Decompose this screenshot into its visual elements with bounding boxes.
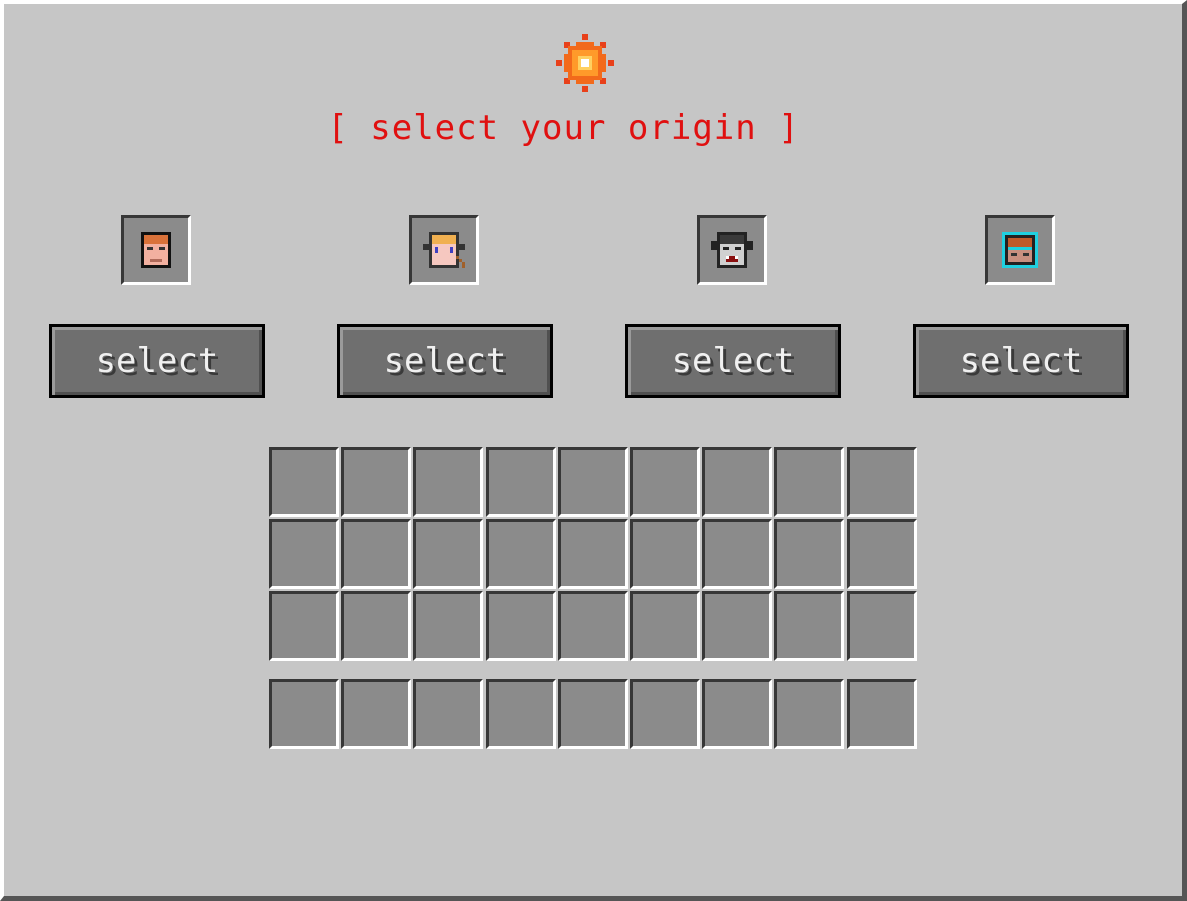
inventory-slot[interactable] [413, 447, 483, 517]
vampire-face-icon [711, 232, 753, 268]
select-button-label: select [959, 341, 1083, 381]
select-button-label: select [95, 341, 219, 381]
hotbar-slot[interactable] [702, 679, 772, 749]
inventory-slot[interactable] [847, 447, 917, 517]
hotbar-slot[interactable] [774, 679, 844, 749]
origin-portrait-diver [985, 215, 1055, 285]
inventory-slot[interactable] [269, 519, 339, 589]
inventory-slot[interactable] [702, 591, 772, 661]
inventory-slot[interactable] [702, 519, 772, 589]
inventory-slot[interactable] [486, 447, 556, 517]
human-face-icon [141, 232, 171, 268]
hotbar-slot[interactable] [558, 679, 628, 749]
inventory-slot[interactable] [486, 591, 556, 661]
inventory-slot[interactable] [341, 519, 411, 589]
inventory-slot[interactable] [486, 519, 556, 589]
page-title: [ select your origin ] [327, 108, 800, 148]
inventory-slot[interactable] [774, 519, 844, 589]
diver-face-icon [1002, 232, 1038, 268]
inventory-slot[interactable] [847, 591, 917, 661]
inventory-slot[interactable] [702, 447, 772, 517]
inventory-slot[interactable] [558, 591, 628, 661]
select-button-label: select [671, 341, 795, 381]
inventory-slot[interactable] [774, 447, 844, 517]
inventory-slot[interactable] [341, 591, 411, 661]
inventory-slot[interactable] [630, 591, 700, 661]
inventory-slot[interactable] [269, 447, 339, 517]
origin-portrait-human [121, 215, 191, 285]
inventory-slot[interactable] [630, 447, 700, 517]
hotbar-slot[interactable] [341, 679, 411, 749]
select-button-elf[interactable]: select [337, 324, 553, 398]
inventory-slot[interactable] [413, 591, 483, 661]
select-button-label: select [383, 341, 507, 381]
inventory-slot[interactable] [847, 519, 917, 589]
inventory-slot[interactable] [558, 519, 628, 589]
select-button-diver[interactable]: select [913, 324, 1129, 398]
hotbar-slot[interactable] [630, 679, 700, 749]
inventory-slot[interactable] [558, 447, 628, 517]
inventory-slot[interactable] [413, 519, 483, 589]
select-button-human[interactable]: select [49, 324, 265, 398]
sun-orb-icon [556, 34, 614, 92]
hotbar-slot[interactable] [269, 679, 339, 749]
origin-portrait-vampire [697, 215, 767, 285]
origin-portrait-elf [409, 215, 479, 285]
inventory-slot[interactable] [341, 447, 411, 517]
inventory-slot[interactable] [774, 591, 844, 661]
inventory-slot[interactable] [269, 591, 339, 661]
inventory-slot[interactable] [630, 519, 700, 589]
select-button-vampire[interactable]: select [625, 324, 841, 398]
hotbar-slot[interactable] [413, 679, 483, 749]
hotbar-slot[interactable] [486, 679, 556, 749]
hotbar-slot[interactable] [847, 679, 917, 749]
elf-face-icon [423, 232, 465, 268]
